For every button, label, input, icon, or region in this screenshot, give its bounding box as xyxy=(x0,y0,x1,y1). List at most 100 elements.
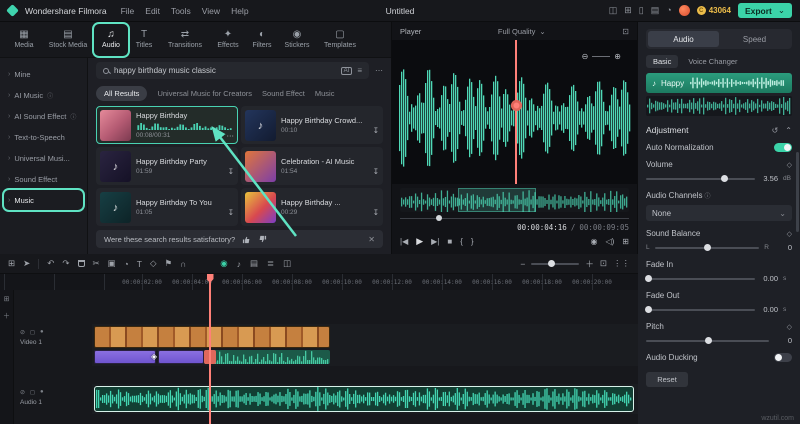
video-audio-waveform-clip[interactable] xyxy=(204,350,330,364)
volume-knob[interactable] xyxy=(721,175,729,182)
more-options-icon[interactable]: ⋯ xyxy=(375,66,383,75)
pointer-tool-icon[interactable]: ➤ xyxy=(23,258,30,269)
close-icon[interactable]: ✕ xyxy=(368,235,375,244)
search-input[interactable]: AI ≡ xyxy=(96,62,369,79)
timeline-lane[interactable]: ◈ xyxy=(92,290,638,424)
crop-icon[interactable]: ▣ xyxy=(108,258,116,269)
fade-in-knob[interactable] xyxy=(645,275,653,282)
mute-track-icon[interactable]: ● xyxy=(40,329,44,336)
record-icon[interactable]: ◉ xyxy=(220,258,227,269)
seekbar-knob[interactable] xyxy=(436,215,442,221)
zoom-knob[interactable] xyxy=(547,260,555,267)
speed-icon[interactable]: ◔ xyxy=(124,259,129,269)
menu-file[interactable]: File xyxy=(121,6,135,16)
tab-templates[interactable]: ▢ Templates xyxy=(316,24,364,56)
music-result-item[interactable]: ♪ Happy Birthday Crowd... 00:10 ↧ xyxy=(241,106,383,144)
zoom-out-icon[interactable]: − xyxy=(520,259,525,269)
split-icon[interactable]: ✂ xyxy=(93,258,100,269)
play-icon[interactable]: ▶ xyxy=(416,236,423,247)
speaker-icon[interactable]: ◁) xyxy=(605,237,614,246)
add-track-icon[interactable]: ⊞ xyxy=(4,295,10,303)
fullscreen-icon[interactable]: ⊡ xyxy=(622,27,629,36)
sidebar-item-music[interactable]: › Music xyxy=(4,190,83,210)
snap-icon[interactable]: ∩ xyxy=(180,259,186,269)
audio-clip-selected[interactable] xyxy=(94,386,634,412)
grid-view-icon[interactable]: ⊞ xyxy=(622,237,629,246)
filter-sound-effect[interactable]: Sound Effect xyxy=(262,89,305,98)
selected-clip-strip[interactable]: ♪ Happy xyxy=(646,73,792,93)
credits-badge[interactable]: C 43064 xyxy=(696,6,731,15)
undo-icon[interactable]: ↶ xyxy=(47,258,54,269)
download-icon[interactable]: ↧ xyxy=(373,209,379,217)
overlay-clip-2[interactable] xyxy=(158,350,204,364)
sidebar-item-ai-sound-effect[interactable]: › AI Sound Effect ⓘ xyxy=(4,106,83,126)
video-clip-filmstrip[interactable] xyxy=(94,326,330,348)
track-manage-icon[interactable]: ⊞ xyxy=(8,258,15,269)
download-icon[interactable]: ↧ xyxy=(373,168,379,176)
balance-knob[interactable] xyxy=(703,244,711,251)
tab-speed-settings[interactable]: Speed xyxy=(719,31,790,47)
subtab-basic[interactable]: Basic xyxy=(646,55,679,68)
keyframe-icon[interactable]: ◇ xyxy=(787,323,792,331)
sidebar-item-sound-effect[interactable]: › Sound Effect xyxy=(4,169,83,189)
sidebar-item-text-to-speech[interactable]: › Text-to-Speech xyxy=(4,127,83,147)
ai-search-icon[interactable]: AI xyxy=(340,66,353,75)
tab-stickers[interactable]: ◉ Stickers xyxy=(278,24,316,56)
fit-timeline-icon[interactable]: ⊡ xyxy=(600,258,607,269)
player-scrub-strip[interactable] xyxy=(400,188,629,212)
layout-icon[interactable]: ◫ xyxy=(609,6,618,15)
preview-playhead[interactable] xyxy=(515,40,517,184)
player-seekbar[interactable] xyxy=(400,214,629,222)
hide-track-icon[interactable]: ⊘ xyxy=(20,389,25,396)
hide-track-icon[interactable]: ⊘ xyxy=(20,329,25,336)
lock-track-icon[interactable]: ◻ xyxy=(30,389,35,396)
redo-icon[interactable]: ↷ xyxy=(62,258,69,269)
user-avatar[interactable] xyxy=(678,5,690,16)
mark-in-icon[interactable]: { xyxy=(460,237,463,246)
tab-transitions[interactable]: ⇄ Transitions xyxy=(160,24,210,56)
filter-icon[interactable]: ≡ xyxy=(357,66,362,75)
project-title[interactable]: Untitled xyxy=(386,6,415,16)
cloud-icon[interactable]: ▤ xyxy=(651,6,660,15)
keyframe-icon[interactable]: ◇ xyxy=(787,161,792,169)
thumbs-down-icon[interactable] xyxy=(258,235,267,244)
keyframe-tool-icon[interactable]: ◇ xyxy=(150,258,157,269)
mixer-icon[interactable]: ≣ xyxy=(267,258,274,269)
mark-out-icon[interactable]: } xyxy=(471,237,474,246)
auto-normalization-toggle[interactable] xyxy=(774,143,792,152)
fade-out-slider[interactable] xyxy=(645,306,755,313)
tab-audio[interactable]: ♫ Audio xyxy=(94,24,128,56)
preview-stage[interactable]: ⊖ ⊕ xyxy=(392,40,637,184)
music-result-item[interactable]: Celebration - AI Music 01:54 ↧ xyxy=(241,147,383,185)
music-result-item[interactable]: ♪ Happy Birthday Party 01:59 ↧ xyxy=(96,147,238,185)
download-icon[interactable]: ↧ xyxy=(215,132,221,140)
stop-icon[interactable]: ■ xyxy=(447,237,452,246)
screen-split-icon[interactable]: ◫ xyxy=(283,258,291,269)
quality-dropdown[interactable]: Full Quality ⌄ xyxy=(498,27,546,36)
video-track-header[interactable]: ⊘ ◻ ● Video 1 xyxy=(14,326,92,349)
zoom-in-icon[interactable]: ＋ xyxy=(585,258,594,270)
timeline-ruler[interactable]: 00:00:02:00 00:00:04:00 00:00:06:00 00:00:0… xyxy=(0,274,638,290)
menu-tools[interactable]: Tools xyxy=(171,6,191,16)
fade-out-knob[interactable] xyxy=(645,306,653,313)
drag-handle-icon[interactable]: ⋮⋮ xyxy=(613,258,630,269)
tab-effects[interactable]: ✦ Effects xyxy=(210,24,246,56)
plugin-icon[interactable]: ⊞ xyxy=(624,6,632,15)
marker-icon[interactable]: ⚑ xyxy=(165,258,173,269)
filter-music[interactable]: Music xyxy=(315,89,335,98)
filter-all-results[interactable]: All Results xyxy=(96,85,148,101)
tab-media[interactable]: ▦ Media xyxy=(6,24,42,56)
download-icon[interactable]: ↧ xyxy=(228,168,234,176)
tab-filters[interactable]: ◐ Filters xyxy=(246,24,278,56)
sound-balance-slider[interactable] xyxy=(654,244,760,251)
export-button[interactable]: Export ⌄ xyxy=(737,3,792,18)
sidebar-item-mine[interactable]: › Mine xyxy=(4,64,83,84)
sidebar-item-ai-music[interactable]: › AI Music ⓘ xyxy=(4,85,83,105)
volume-slider[interactable] xyxy=(646,175,755,182)
text-tool-icon[interactable]: T xyxy=(137,259,142,269)
audio-ducking-toggle[interactable] xyxy=(774,353,792,362)
zoom-out-icon[interactable]: ⊖ xyxy=(582,52,589,61)
zoom-in-icon[interactable]: ⊕ xyxy=(614,52,621,61)
tab-titles[interactable]: T Titles xyxy=(128,24,160,56)
music-result-item[interactable]: ♪ Happy Birthday To You 01:05 ↧ xyxy=(96,188,238,226)
